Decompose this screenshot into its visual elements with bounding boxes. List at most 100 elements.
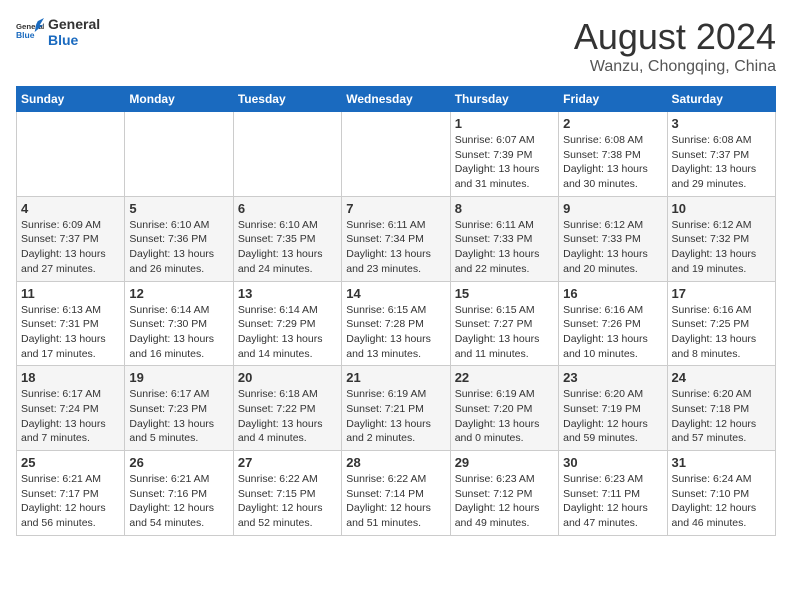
calendar-cell: 26Sunrise: 6:21 AM Sunset: 7:16 PM Dayli… — [125, 451, 233, 536]
weekday-header: Sunday — [17, 87, 125, 112]
calendar-cell: 30 Sunrise: 6:23 AM Sunset: 7:11 PM Dayli… — [559, 451, 667, 536]
day-info: Sunrise: 6:08 AM Sunset: 7:37 PM Dayligh… — [672, 133, 771, 192]
day-info: Sunrise: 6:22 AM Sunset: 7:14 PM Dayligh… — [346, 472, 445, 531]
calendar-cell — [342, 112, 450, 197]
calendar-cell: 31 Sunrise: 6:24 AM Sunset: 7:10 PM Dayli… — [667, 451, 775, 536]
calendar-cell: 11 Sunrise: 6:13 AM Sunset: 7:31 PM Dayli… — [17, 281, 125, 366]
day-number: 11 — [21, 286, 120, 301]
title-block: August 2024 Wanzu, Chongqing, China — [574, 16, 776, 76]
day-number: 18 — [21, 370, 120, 385]
calendar-header-row: SundayMondayTuesdayWednesdayThursdayFrid… — [17, 87, 776, 112]
day-number: 16 — [563, 286, 662, 301]
day-info: Sunrise: 6:08 AM Sunset: 7:38 PM Dayligh… — [563, 133, 662, 192]
calendar-cell: 14 Sunrise: 6:15 AM Sunset: 7:28 PM Dayli… — [342, 281, 450, 366]
day-number: 31 — [672, 455, 771, 470]
day-number: 23 — [563, 370, 662, 385]
day-info: Sunrise: 6:14 AM Sunset: 7:29 PM Dayligh… — [238, 303, 337, 362]
calendar-week-row: 18 Sunrise: 6:17 AM Sunset: 7:24 PM Dayli… — [17, 366, 776, 451]
day-info: Sunrise: 6:19 AM Sunset: 7:20 PM Dayligh… — [455, 387, 554, 446]
day-info: Sunrise: 6:23 AM Sunset: 7:11 PM Dayligh… — [563, 472, 662, 531]
calendar-cell: 5 Sunrise: 6:10 AM Sunset: 7:36 PM Daylig… — [125, 196, 233, 281]
calendar-cell: 25 Sunrise: 6:21 AM Sunset: 7:17 PM Dayli… — [17, 451, 125, 536]
day-info: Sunrise: 6:17 AM Sunset: 7:23 PM Dayligh… — [129, 387, 228, 446]
day-info: Sunrise: 6:10 AM Sunset: 7:35 PM Dayligh… — [238, 218, 337, 277]
day-number: 21 — [346, 370, 445, 385]
calendar-cell: 4Sunrise: 6:09 AM Sunset: 7:37 PM Daylig… — [17, 196, 125, 281]
calendar-week-row: 11 Sunrise: 6:13 AM Sunset: 7:31 PM Dayli… — [17, 281, 776, 366]
logo-icon: General Blue — [16, 18, 44, 46]
day-number: 22 — [455, 370, 554, 385]
day-number: 2 — [563, 116, 662, 131]
calendar-cell: 24 Sunrise: 6:20 AM Sunset: 7:18 PM Dayli… — [667, 366, 775, 451]
day-info: Sunrise: 6:10 AM Sunset: 7:36 PM Dayligh… — [129, 218, 228, 277]
day-number: 13 — [238, 286, 337, 301]
day-number: 24 — [672, 370, 771, 385]
logo: General Blue General Blue — [16, 16, 100, 48]
calendar-cell: 17Sunrise: 6:16 AM Sunset: 7:25 PM Dayli… — [667, 281, 775, 366]
day-info: Sunrise: 6:21 AM Sunset: 7:16 PM Dayligh… — [129, 472, 228, 531]
calendar-cell: 22 Sunrise: 6:19 AM Sunset: 7:20 PM Dayli… — [450, 366, 558, 451]
day-number: 3 — [672, 116, 771, 131]
day-number: 7 — [346, 201, 445, 216]
svg-text:Blue: Blue — [16, 30, 35, 40]
day-number: 19 — [129, 370, 228, 385]
day-info: Sunrise: 6:24 AM Sunset: 7:10 PM Dayligh… — [672, 472, 771, 531]
day-number: 17 — [672, 286, 771, 301]
day-info: Sunrise: 6:18 AM Sunset: 7:22 PM Dayligh… — [238, 387, 337, 446]
day-number: 9 — [563, 201, 662, 216]
calendar-cell — [125, 112, 233, 197]
day-number: 1 — [455, 116, 554, 131]
day-number: 25 — [21, 455, 120, 470]
day-number: 10 — [672, 201, 771, 216]
calendar-cell: 7 Sunrise: 6:11 AM Sunset: 7:34 PM Daylig… — [342, 196, 450, 281]
day-number: 28 — [346, 455, 445, 470]
weekday-header: Friday — [559, 87, 667, 112]
day-number: 14 — [346, 286, 445, 301]
day-info: Sunrise: 6:20 AM Sunset: 7:19 PM Dayligh… — [563, 387, 662, 446]
day-info: Sunrise: 6:12 AM Sunset: 7:33 PM Dayligh… — [563, 218, 662, 277]
day-number: 27 — [238, 455, 337, 470]
weekday-header: Saturday — [667, 87, 775, 112]
weekday-header: Monday — [125, 87, 233, 112]
calendar-week-row: 4Sunrise: 6:09 AM Sunset: 7:37 PM Daylig… — [17, 196, 776, 281]
calendar-cell: 1Sunrise: 6:07 AM Sunset: 7:39 PM Daylig… — [450, 112, 558, 197]
calendar-cell: 27Sunrise: 6:22 AM Sunset: 7:15 PM Dayli… — [233, 451, 341, 536]
subtitle: Wanzu, Chongqing, China — [574, 58, 776, 76]
calendar-cell: 10 Sunrise: 6:12 AM Sunset: 7:32 PM Dayli… — [667, 196, 775, 281]
day-info: Sunrise: 6:11 AM Sunset: 7:34 PM Dayligh… — [346, 218, 445, 277]
calendar-cell: 29 Sunrise: 6:23 AM Sunset: 7:12 PM Dayli… — [450, 451, 558, 536]
day-info: Sunrise: 6:20 AM Sunset: 7:18 PM Dayligh… — [672, 387, 771, 446]
day-info: Sunrise: 6:23 AM Sunset: 7:12 PM Dayligh… — [455, 472, 554, 531]
day-number: 5 — [129, 201, 228, 216]
day-info: Sunrise: 6:13 AM Sunset: 7:31 PM Dayligh… — [21, 303, 120, 362]
day-number: 8 — [455, 201, 554, 216]
day-info: Sunrise: 6:19 AM Sunset: 7:21 PM Dayligh… — [346, 387, 445, 446]
calendar-week-row: 1Sunrise: 6:07 AM Sunset: 7:39 PM Daylig… — [17, 112, 776, 197]
calendar-cell: 20Sunrise: 6:18 AM Sunset: 7:22 PM Dayli… — [233, 366, 341, 451]
day-number: 30 — [563, 455, 662, 470]
day-info: Sunrise: 6:15 AM Sunset: 7:28 PM Dayligh… — [346, 303, 445, 362]
day-number: 4 — [21, 201, 120, 216]
calendar-cell: 16 Sunrise: 6:16 AM Sunset: 7:26 PM Dayli… — [559, 281, 667, 366]
day-number: 15 — [455, 286, 554, 301]
calendar-cell: 2 Sunrise: 6:08 AM Sunset: 7:38 PM Daylig… — [559, 112, 667, 197]
calendar-cell: 21 Sunrise: 6:19 AM Sunset: 7:21 PM Dayli… — [342, 366, 450, 451]
page-header: General Blue General Blue August 2024 Wa… — [16, 16, 776, 76]
day-info: Sunrise: 6:17 AM Sunset: 7:24 PM Dayligh… — [21, 387, 120, 446]
calendar-week-row: 25 Sunrise: 6:21 AM Sunset: 7:17 PM Dayli… — [17, 451, 776, 536]
day-info: Sunrise: 6:16 AM Sunset: 7:26 PM Dayligh… — [563, 303, 662, 362]
logo-text-general: General — [48, 16, 100, 32]
day-info: Sunrise: 6:12 AM Sunset: 7:32 PM Dayligh… — [672, 218, 771, 277]
calendar-cell: 8Sunrise: 6:11 AM Sunset: 7:33 PM Daylig… — [450, 196, 558, 281]
calendar-cell: 3 Sunrise: 6:08 AM Sunset: 7:37 PM Daylig… — [667, 112, 775, 197]
day-info: Sunrise: 6:15 AM Sunset: 7:27 PM Dayligh… — [455, 303, 554, 362]
main-title: August 2024 — [574, 16, 776, 58]
day-info: Sunrise: 6:21 AM Sunset: 7:17 PM Dayligh… — [21, 472, 120, 531]
day-number: 29 — [455, 455, 554, 470]
calendar-cell — [233, 112, 341, 197]
day-number: 6 — [238, 201, 337, 216]
weekday-header: Wednesday — [342, 87, 450, 112]
weekday-header: Tuesday — [233, 87, 341, 112]
calendar-cell: 6 Sunrise: 6:10 AM Sunset: 7:35 PM Daylig… — [233, 196, 341, 281]
calendar-cell — [17, 112, 125, 197]
